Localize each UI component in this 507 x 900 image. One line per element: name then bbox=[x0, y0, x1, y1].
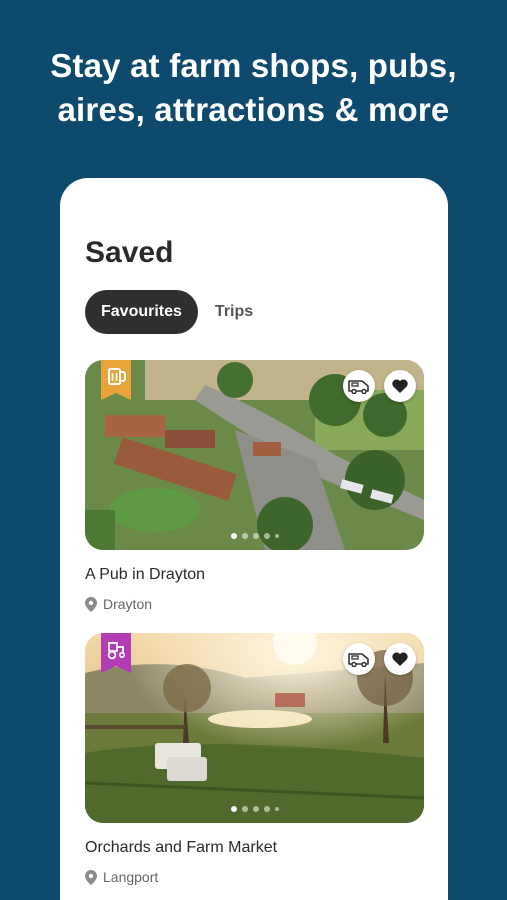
listing-card[interactable]: A Pub in Drayton Drayton bbox=[85, 360, 424, 612]
campervan-icon bbox=[348, 653, 369, 667]
saved-tabs: Favourites Trips bbox=[85, 290, 253, 334]
listing-name[interactable]: Orchards and Farm Market bbox=[85, 839, 424, 857]
location-pin-icon bbox=[85, 869, 97, 885]
heart-icon bbox=[392, 379, 408, 393]
carousel-dot[interactable] bbox=[274, 807, 279, 811]
location-pin-icon bbox=[85, 596, 97, 612]
tractor-icon bbox=[101, 633, 131, 673]
listing-location: Langport bbox=[85, 869, 424, 885]
carousel-dot[interactable] bbox=[252, 533, 259, 539]
location-label: Langport bbox=[103, 869, 159, 885]
carousel-dot[interactable] bbox=[241, 533, 248, 539]
listing-name[interactable]: A Pub in Drayton bbox=[85, 566, 424, 584]
favourite-button[interactable] bbox=[384, 370, 416, 402]
promo-headline: Stay at farm shops, pubs, aires, attract… bbox=[0, 44, 507, 132]
heart-icon bbox=[392, 652, 408, 666]
carousel-dot[interactable] bbox=[230, 806, 237, 812]
campervan-button[interactable] bbox=[343, 643, 375, 675]
listing-location: Drayton bbox=[85, 596, 424, 612]
pub-icon bbox=[101, 360, 131, 400]
tab-trips[interactable]: Trips bbox=[215, 303, 253, 321]
page-title: Saved bbox=[85, 236, 174, 269]
favourite-button[interactable] bbox=[384, 643, 416, 675]
listing-card[interactable]: Orchards and Farm Market Langport bbox=[85, 633, 424, 885]
location-label: Drayton bbox=[103, 596, 153, 612]
tab-favourites[interactable]: Favourites bbox=[85, 290, 198, 334]
headline-line-2: aires, attractions & more bbox=[57, 91, 450, 128]
carousel-dot[interactable] bbox=[263, 806, 270, 812]
carousel-dot[interactable] bbox=[252, 806, 259, 812]
carousel-dot[interactable] bbox=[241, 806, 248, 812]
carousel-dot[interactable] bbox=[274, 534, 279, 538]
headline-line-1: Stay at farm shops, pubs, bbox=[50, 47, 457, 84]
carousel-dots bbox=[85, 533, 424, 539]
listing-photo-carousel[interactable] bbox=[85, 633, 424, 823]
campervan-button[interactable] bbox=[343, 370, 375, 402]
saved-screen-card: Saved Favourites Trips A Pub in Drayton … bbox=[60, 178, 448, 900]
carousel-dots bbox=[85, 806, 424, 812]
carousel-dot[interactable] bbox=[263, 533, 270, 539]
campervan-icon bbox=[348, 380, 369, 394]
listing-photo-carousel[interactable] bbox=[85, 360, 424, 550]
carousel-dot[interactable] bbox=[230, 533, 237, 539]
